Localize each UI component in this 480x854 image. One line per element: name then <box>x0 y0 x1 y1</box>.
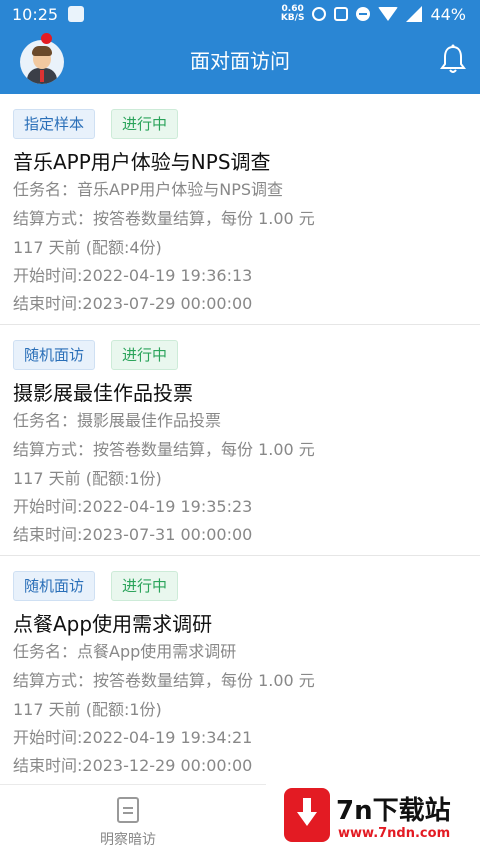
task-name: 任务名：摄影展最佳作品投票 <box>13 411 222 430</box>
task-name: 任务名：点餐App使用需求调研 <box>13 642 237 661</box>
task-type-tag: 随机面访 <box>13 571 96 601</box>
task-start-time: 开始时间:2022-04-19 19:36:13 <box>13 266 253 285</box>
task-title: 摄影展最佳作品投票 <box>13 381 193 405</box>
bell-icon[interactable] <box>440 44 466 74</box>
app-notification-icon <box>68 6 85 22</box>
status-icons: 0.60 KB/S 44% <box>281 5 466 24</box>
watermark-url: www.7ndn.com <box>338 826 451 841</box>
network-speed-unit: KB/S <box>280 13 305 23</box>
task-start-time: 开始时间:2022-04-19 19:35:23 <box>13 497 253 516</box>
task-tags: 随机面访 进行中 <box>13 340 179 370</box>
network-speed: 0.60 KB/S <box>281 5 305 23</box>
do-not-disturb-icon <box>356 7 371 21</box>
task-tags: 指定样本 进行中 <box>13 109 179 139</box>
task-card[interactable]: 指定样本 进行中 音乐APP用户体验与NPS调查 任务名：音乐APP用户体验与N… <box>0 94 480 325</box>
task-type-tag: 随机面访 <box>13 340 96 370</box>
task-age-quota: 117 天前 (配额:1份) <box>13 469 162 488</box>
document-icon <box>117 797 139 823</box>
task-title: 音乐APP用户体验与NPS调查 <box>13 150 271 174</box>
status-time: 10:25 <box>12 4 59 24</box>
task-card[interactable]: 随机面访 进行中 点餐App使用需求调研 任务名：点餐App使用需求调研 结算方… <box>0 556 480 787</box>
task-tags: 随机面访 进行中 <box>13 571 179 601</box>
battery-level: 44% <box>430 4 466 24</box>
page-title: 面对面访问 <box>190 49 290 73</box>
task-end-time: 结束时间:2023-07-31 00:00:00 <box>13 525 253 544</box>
task-list: 指定样本 进行中 音乐APP用户体验与NPS调查 任务名：音乐APP用户体验与N… <box>0 94 480 787</box>
task-status-tag: 进行中 <box>111 340 179 370</box>
task-settlement: 结算方式：按答卷数量结算，每份 1.00 元 <box>13 671 315 690</box>
task-status-tag: 进行中 <box>111 109 179 139</box>
task-name: 任务名：音乐APP用户体验与NPS调查 <box>13 180 284 199</box>
wifi-icon <box>378 7 399 21</box>
task-title: 点餐App使用需求调研 <box>13 612 213 636</box>
nav-item-mystery-visit[interactable]: 明察暗访 <box>90 797 166 849</box>
task-age-quota: 117 天前 (配额:1份) <box>13 700 162 719</box>
app-header: 面对面访问 <box>0 28 480 94</box>
watermark-text: 7n下载站 <box>336 796 451 826</box>
task-end-time: 结束时间:2023-07-29 00:00:00 <box>13 294 253 313</box>
watermark: 7n下载站 www.7ndn.com <box>266 782 480 853</box>
task-settlement: 结算方式：按答卷数量结算，每份 1.00 元 <box>13 209 315 228</box>
task-type-tag: 指定样本 <box>13 109 96 139</box>
task-end-time: 结束时间:2023-12-29 00:00:00 <box>13 756 253 775</box>
alarm-icon <box>312 7 327 21</box>
task-age-quota: 117 天前 (配额:4份) <box>13 238 162 257</box>
signal-icon <box>406 6 423 22</box>
task-start-time: 开始时间:2022-04-19 19:34:21 <box>13 728 253 747</box>
task-card[interactable]: 随机面访 进行中 摄影展最佳作品投票 任务名：摄影展最佳作品投票 结算方式：按答… <box>0 325 480 556</box>
task-status-tag: 进行中 <box>111 571 179 601</box>
vibrate-icon <box>334 7 349 21</box>
task-settlement: 结算方式：按答卷数量结算，每份 1.00 元 <box>13 440 315 459</box>
download-logo-icon <box>284 788 330 842</box>
nav-item-label: 明察暗访 <box>100 832 156 848</box>
status-bar: 10:25 0.60 KB/S 44% <box>0 0 480 28</box>
